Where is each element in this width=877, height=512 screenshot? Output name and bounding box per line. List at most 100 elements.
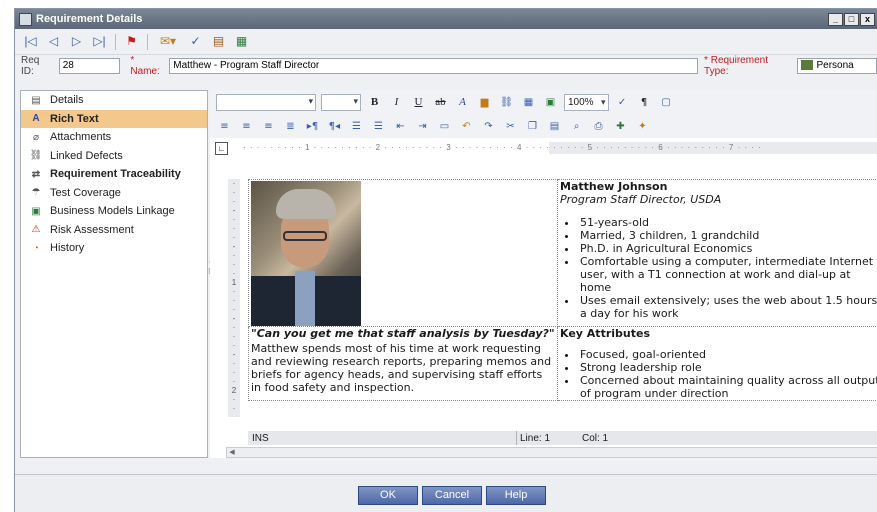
numbered-list-icon[interactable]: ☰ bbox=[348, 118, 365, 135]
list-item: Focused, goal-oriented bbox=[578, 348, 877, 361]
photo-hair bbox=[276, 189, 336, 219]
underline-button[interactable]: U bbox=[410, 94, 427, 111]
thesaurus-icon[interactable]: ▤ bbox=[211, 34, 226, 49]
paste-icon[interactable]: ▤ bbox=[546, 118, 563, 135]
key-attributes-cell: Key Attributes Focused, goal-oriented St… bbox=[557, 326, 877, 401]
insert-object-icon[interactable]: ✚ bbox=[612, 118, 629, 135]
ruler-number: 1 bbox=[304, 143, 311, 152]
sidebar-item-attachments[interactable]: ⌀ Attachments bbox=[21, 128, 207, 147]
requirement-type-select[interactable]: Persona bbox=[797, 58, 877, 74]
sidebar-item-label: Test Coverage bbox=[50, 186, 121, 199]
history-icon: ◔ bbox=[32, 242, 40, 254]
maximize-button[interactable]: □ bbox=[844, 12, 859, 26]
new-page-icon[interactable]: ✦ bbox=[634, 118, 651, 135]
ltr-icon[interactable]: ▸¶ bbox=[304, 118, 321, 135]
key-attributes-heading: Key Attributes bbox=[560, 327, 650, 340]
linked-defects-icon: ⛓ bbox=[29, 150, 43, 162]
strikethrough-button[interactable]: ab bbox=[432, 94, 449, 111]
font-color-button[interactable]: A bbox=[454, 94, 471, 111]
outdent-icon[interactable]: ⇤ bbox=[392, 118, 409, 135]
spell-check-icon[interactable]: ✓ bbox=[188, 34, 203, 49]
tab-stop-selector[interactable]: ∟ bbox=[215, 141, 228, 155]
zoom-select[interactable]: 100% bbox=[564, 93, 609, 111]
align-right-icon[interactable]: ≡ bbox=[260, 118, 277, 135]
list-item: Concerned about maintaining quality acro… bbox=[578, 374, 877, 400]
send-mail-icon[interactable]: ✉▾ bbox=[156, 34, 180, 49]
font-name-select[interactable] bbox=[216, 93, 316, 111]
highlight-icon[interactable]: ▆ bbox=[476, 94, 493, 111]
align-left-icon[interactable]: ≡ bbox=[216, 118, 233, 135]
requirement-type-label: * Requirement Type: bbox=[704, 55, 768, 77]
bullet-list-icon[interactable]: ☰ bbox=[370, 118, 387, 135]
document-area[interactable]: Matthew Johnson Program Staff Director, … bbox=[248, 179, 877, 424]
sidebar-item-details[interactable]: ▤ Details bbox=[21, 91, 207, 110]
rich-text-editor: B I U ab A ▆ ⛓ ▦ ▣ 100% ✓ ¶ ▢ ≡ ≡ ≡ ≣ ▸¶… bbox=[210, 90, 877, 458]
requirement-details-window: Requirement Details _ □ x |◁ ◁ ▷ ▷| ⚑ ✉▾… bbox=[14, 8, 877, 512]
vertical-ruler[interactable]: ···-···-···1···-···-···2··-·· bbox=[228, 179, 240, 417]
persona-description: Matthew spends most of his time at work … bbox=[251, 342, 552, 394]
bold-button[interactable]: B bbox=[366, 94, 383, 111]
insert-mode-indicator: INS bbox=[252, 432, 269, 444]
close-button[interactable]: x bbox=[860, 12, 875, 26]
list-item: Ph.D. in Agricultural Economics bbox=[578, 242, 877, 255]
previous-record-icon[interactable]: ◁ bbox=[46, 34, 61, 49]
photo-cell bbox=[248, 179, 558, 327]
sidebar-item-business-models-linkage[interactable]: ▣ Business Models Linkage bbox=[21, 202, 207, 221]
horizontal-ruler[interactable]: · · · · · · · · · 1 · · · · · · · · · 2 … bbox=[237, 142, 877, 154]
sidebar-item-label: Attachments bbox=[50, 131, 112, 144]
first-record-icon[interactable]: |◁ bbox=[23, 34, 38, 49]
persona-icon bbox=[801, 60, 814, 71]
last-record-icon[interactable]: ▷| bbox=[92, 34, 107, 49]
details-icon: ▤ bbox=[31, 94, 41, 106]
undo-icon[interactable]: ↶ bbox=[458, 118, 475, 135]
minimize-button[interactable]: _ bbox=[828, 12, 843, 26]
sidebar-item-risk-assessment[interactable]: ⚠ Risk Assessment bbox=[21, 221, 207, 240]
sidebar-item-rich-text[interactable]: A Rich Text bbox=[21, 109, 207, 128]
find-icon[interactable]: ⌕ bbox=[568, 118, 585, 135]
window-title: Requirement Details bbox=[36, 13, 143, 25]
flag-icon[interactable]: ⚑ bbox=[124, 34, 139, 49]
rtl-icon[interactable]: ¶◂ bbox=[326, 118, 343, 135]
spell-check-icon[interactable]: ✓ bbox=[614, 94, 631, 111]
sidebar-item-linked-defects[interactable]: ⛓ Linked Defects bbox=[21, 147, 207, 166]
cancel-button[interactable]: Cancel bbox=[422, 486, 482, 505]
rich-text-icon: A bbox=[32, 113, 40, 125]
req-id-field[interactable]: 28 bbox=[58, 58, 121, 74]
insert-image-icon[interactable]: ▣ bbox=[542, 94, 559, 111]
name-field[interactable]: Matthew - Program Staff Director bbox=[169, 58, 699, 74]
cut-icon[interactable]: ✂ bbox=[502, 118, 519, 135]
indent-icon[interactable]: ⇥ bbox=[414, 118, 431, 135]
page-break-icon[interactable]: ▭ bbox=[436, 118, 453, 135]
format-toolbar-1: B I U ab A ▆ ⛓ ▦ ▣ 100% ✓ ¶ ▢ bbox=[210, 90, 877, 114]
paragraph-marks-icon[interactable]: ¶ bbox=[636, 94, 653, 111]
horizontal-scrollbar[interactable]: ◀ ▶ bbox=[226, 447, 877, 458]
properties-icon[interactable]: ▢ bbox=[658, 94, 675, 111]
font-size-select[interactable] bbox=[321, 93, 361, 111]
justify-icon[interactable]: ≣ bbox=[282, 118, 299, 135]
sidebar-item-requirement-traceability[interactable]: ⇄ Requirement Traceability bbox=[21, 165, 207, 184]
spelling-options-icon[interactable]: ▦ bbox=[234, 34, 249, 49]
hyperlink-icon[interactable]: ⛓ bbox=[498, 94, 515, 111]
ruler-marks: · · · · · · · · · 1 · · · · · · · · · 2 … bbox=[243, 143, 762, 152]
requirement-header-row: Req ID: 28 * Name: Matthew - Program Sta… bbox=[15, 55, 877, 77]
copy-icon[interactable]: ❐ bbox=[524, 118, 541, 135]
risk-icon: ⚠ bbox=[31, 224, 41, 236]
ok-button[interactable]: OK bbox=[358, 486, 418, 505]
profile-cell: Matthew Johnson Program Staff Director, … bbox=[557, 179, 877, 327]
help-button[interactable]: Help bbox=[486, 486, 546, 505]
business-models-icon: ▣ bbox=[31, 205, 41, 217]
requirement-type-value: Persona bbox=[816, 60, 854, 71]
ruler-number: 3 bbox=[446, 143, 452, 152]
title-bar: Requirement Details _ □ x bbox=[15, 9, 877, 29]
persona-quote: "Can you get me that staff analysis by T… bbox=[251, 327, 555, 340]
insert-table-icon[interactable]: ▦ bbox=[520, 94, 537, 111]
sidebar-item-test-coverage[interactable]: ☂ Test Coverage bbox=[21, 184, 207, 203]
sidebar: ▤ Details A Rich Text ⌀ Attachments ⛓ Li… bbox=[20, 90, 208, 458]
align-center-icon[interactable]: ≡ bbox=[238, 118, 255, 135]
sidebar-item-history[interactable]: ◔ History bbox=[21, 239, 207, 258]
redo-icon[interactable]: ↷ bbox=[480, 118, 497, 135]
scroll-left-icon[interactable]: ◀ bbox=[227, 448, 237, 457]
next-record-icon[interactable]: ▷ bbox=[69, 34, 84, 49]
print-icon[interactable]: ⎙ bbox=[590, 118, 607, 135]
italic-button[interactable]: I bbox=[388, 94, 405, 111]
